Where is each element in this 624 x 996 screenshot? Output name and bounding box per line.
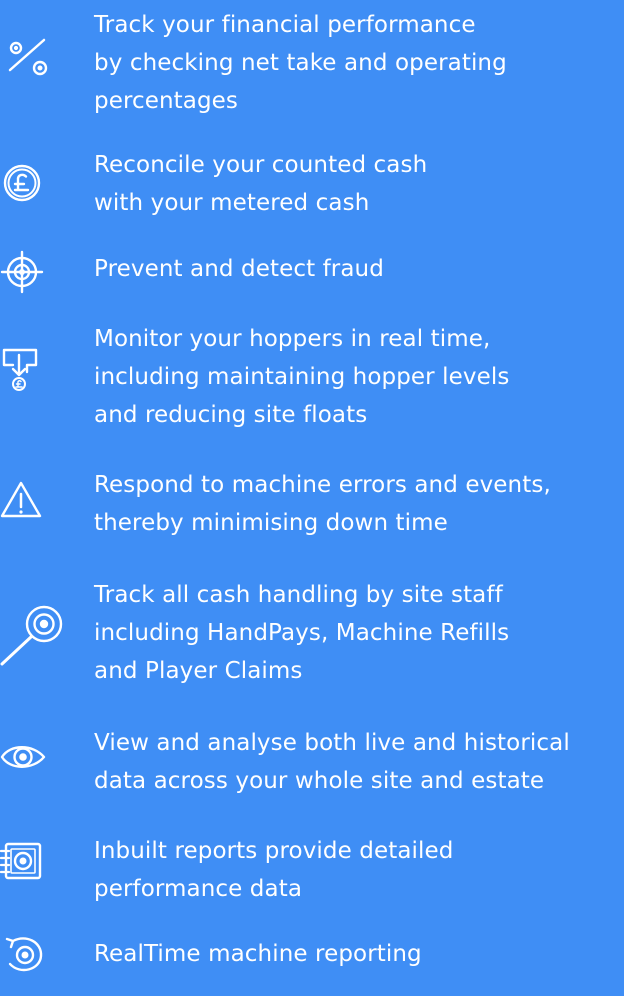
feature-text: Prevent and detect fraud: [94, 250, 624, 288]
feature-text: Reconcile your counted cash with your me…: [94, 146, 624, 222]
target-crosshair-icon: [0, 250, 68, 310]
feature-line: Reconcile your counted cash: [94, 152, 428, 178]
hopper-icon: [0, 342, 68, 398]
warning-icon: [0, 481, 68, 537]
feature-text: Inbuilt reports provide detailed perform…: [94, 832, 624, 908]
feature-line: Monitor your hoppers in real time,: [94, 326, 491, 352]
feature-text: View and analyse both live and historica…: [94, 724, 624, 800]
feature-line: data across your whole site and estate: [94, 768, 545, 794]
feature-text: RealTime machine reporting: [94, 935, 624, 973]
feature-text: Monitor your hoppers in real time, inclu…: [94, 320, 624, 434]
feature-list: Track your financial performance by chec…: [0, 0, 624, 979]
feature-line: performance data: [94, 876, 303, 902]
pound-coin-icon: [0, 164, 68, 222]
feature-line: by checking net take and operating: [94, 50, 507, 76]
feature-line: percentages: [94, 88, 239, 114]
feature-line: Track your financial performance: [94, 12, 476, 38]
feature-line: including maintaining hopper levels: [94, 364, 510, 390]
magnifier-icon: [0, 602, 68, 666]
feature-text: Respond to machine errors and events, th…: [94, 466, 624, 542]
feature-line: Track all cash handling by site staff: [94, 582, 503, 608]
feature-line: and reducing site floats: [94, 402, 368, 428]
realtime-refresh-icon: [0, 936, 68, 992]
eye-icon: [0, 739, 68, 795]
feature-line: and Player Claims: [94, 658, 303, 684]
feature-text: Track your financial performance by chec…: [94, 6, 624, 120]
feature-line: thereby minimising down time: [94, 510, 448, 536]
feature-line: including HandPays, Machine Refills: [94, 620, 510, 646]
feature-line: RealTime machine reporting: [94, 941, 422, 967]
feature-line: Inbuilt reports provide detailed: [94, 838, 454, 864]
feature-line: Respond to machine errors and events,: [94, 472, 551, 498]
feature-line: Prevent and detect fraud: [94, 256, 384, 282]
feature-text: Track all cash handling by site staff in…: [94, 576, 624, 690]
feature-line: View and analyse both live and historica…: [94, 730, 570, 756]
report-notebook-icon: [0, 841, 68, 897]
feature-line: with your metered cash: [94, 190, 370, 216]
percentage-icon: [0, 32, 68, 88]
